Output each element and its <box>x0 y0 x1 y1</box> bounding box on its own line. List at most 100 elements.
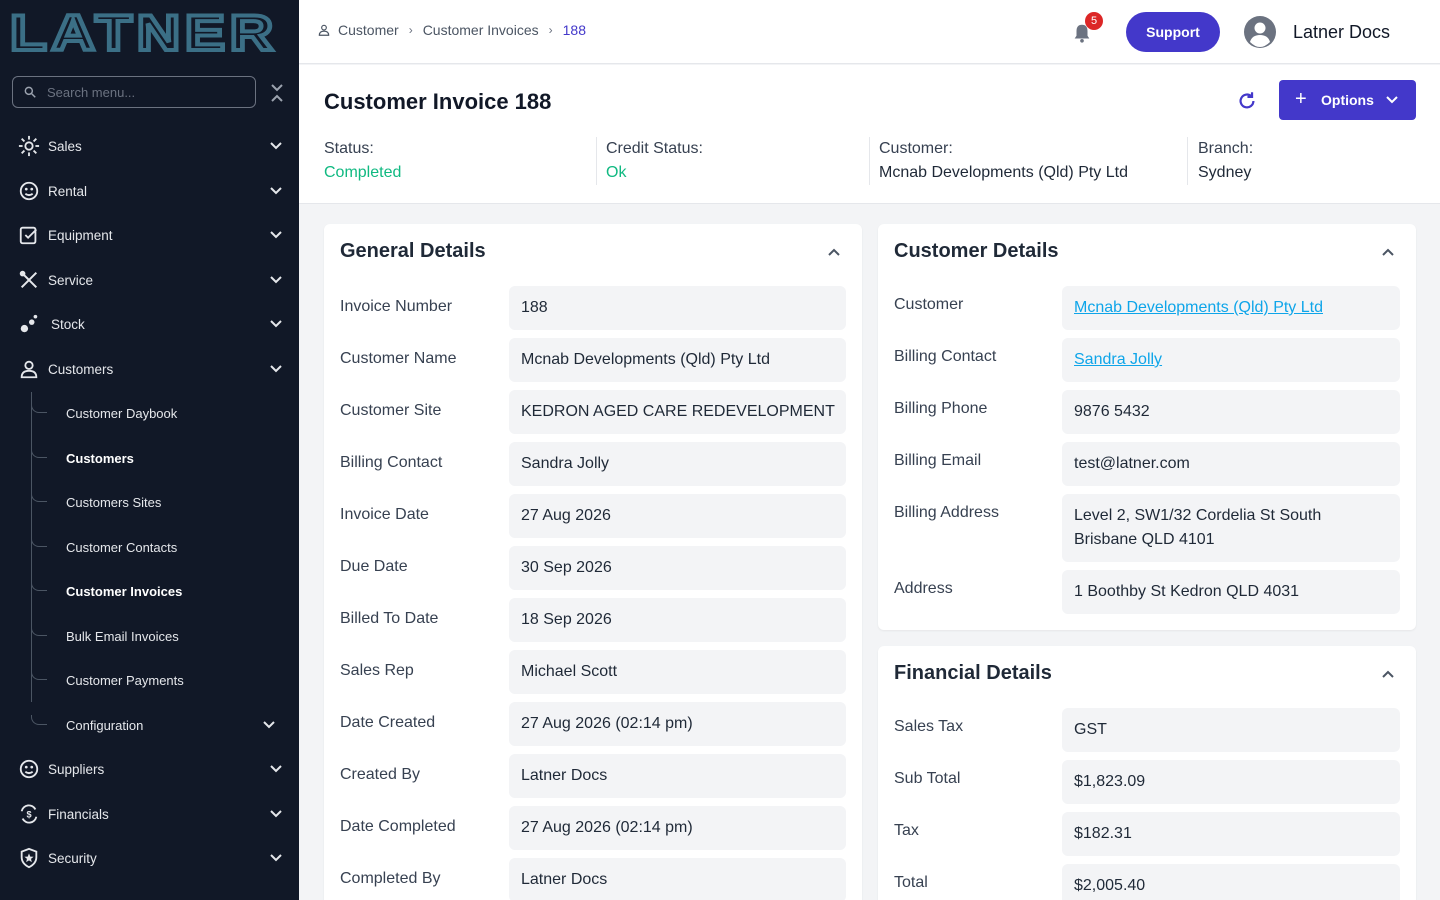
suppliers-icon <box>18 758 40 780</box>
sidebar-item-service[interactable]: Service <box>0 260 299 300</box>
sidebar-subitem-bulk-email-invoices[interactable]: Bulk Email Invoices <box>0 616 299 656</box>
latner-logo[interactable]: LATNER <box>10 10 280 54</box>
sidebar-subitem-customer-contacts[interactable]: Customer Contacts <box>0 527 299 567</box>
chevron-up-icon[interactable] <box>826 244 842 260</box>
field-value: test@latner.com <box>1062 442 1400 486</box>
search-icon <box>24 86 36 98</box>
sidebar-item-sales[interactable]: Sales <box>0 126 299 166</box>
sidebar-subitem-customer-payments[interactable]: Customer Payments <box>0 660 299 700</box>
options-button[interactable]: + Options <box>1279 80 1416 120</box>
field-value: Mcnab Developments (Qld) Pty Ltd <box>509 338 846 382</box>
field-label: Billing Contact <box>894 348 997 365</box>
field-label: Created By <box>340 766 421 783</box>
divider <box>596 137 597 185</box>
field-label: Due Date <box>340 558 408 575</box>
billing-contact-link[interactable]: Sandra Jolly <box>1062 338 1400 382</box>
status-value: Completed <box>324 164 402 181</box>
address-line-1: Level 2, SW1/32 Cordelia St South <box>1074 507 1322 524</box>
chevron-down-icon <box>270 231 282 239</box>
sidebar-subitem-customers-sites[interactable]: Customers Sites <box>0 482 299 522</box>
field-label: Invoice Number <box>340 298 453 315</box>
chevron-right-icon: › <box>548 23 553 37</box>
customer-details-card: Customer Details Customer Mcnab Developme… <box>878 224 1416 630</box>
branch-value: Sydney <box>1198 164 1252 181</box>
notification-badge: 5 <box>1085 12 1103 30</box>
chevron-up-icon[interactable] <box>1380 244 1396 260</box>
equipment-icon <box>18 224 40 246</box>
plus-icon: + <box>1295 88 1307 110</box>
support-button[interactable]: Support <box>1126 12 1220 52</box>
sidebar-subitem-label: Configuration <box>66 717 144 733</box>
sidebar-item-customers[interactable]: Customers <box>0 349 299 389</box>
breadcrumb-customer[interactable]: Customer <box>338 22 399 38</box>
chevron-down-icon <box>263 721 275 729</box>
breadcrumb-current: 188 <box>562 22 586 38</box>
field-label: Invoice Date <box>340 506 429 523</box>
sidebar-subitem-customer-invoices[interactable]: Customer Invoices <box>0 571 299 611</box>
card-title: Customer Details <box>894 240 1059 262</box>
service-icon <box>18 269 40 291</box>
credit-status-label: Credit Status: <box>606 140 703 157</box>
user-name[interactable]: Latner Docs <box>1293 22 1390 43</box>
page-title-text: Customer Invoice <box>324 89 509 114</box>
divider <box>869 137 870 185</box>
search-input[interactable] <box>47 84 237 100</box>
field-value: 30 Sep 2026 <box>509 546 846 590</box>
field-label: Sales Tax <box>894 718 964 735</box>
collapse-all-icon[interactable] <box>268 82 286 104</box>
chevron-down-icon <box>270 854 282 862</box>
sidebar-item-label: Equipment <box>48 227 113 243</box>
sidebar-item-security[interactable]: Security <box>0 838 299 878</box>
general-details-card: General Details Invoice Number 188 Custom… <box>324 224 862 900</box>
sidebar-item-label: Service <box>48 272 94 288</box>
credit-status-value: Ok <box>606 164 627 181</box>
menu-search[interactable] <box>12 76 256 108</box>
sidebar-subitem-configuration[interactable]: Configuration <box>0 705 299 745</box>
field-value: $2,005.40 <box>1062 864 1400 900</box>
sidebar-item-rental[interactable]: Rental <box>0 171 299 211</box>
sidebar-item-financials[interactable]: $ Financials <box>0 794 299 834</box>
sidebar-subitem-label: Bulk Email Invoices <box>66 628 179 644</box>
financials-icon: $ <box>18 803 40 825</box>
breadcrumb: Customer › Customer Invoices › 188 <box>317 22 586 38</box>
field-value: 27 Aug 2026 (02:14 pm) <box>509 806 846 850</box>
customer-link[interactable]: Mcnab Developments (Qld) Pty Ltd <box>1062 286 1400 330</box>
field-label: Customer <box>894 296 964 313</box>
field-label: Total <box>894 874 928 891</box>
field-label: Date Created <box>340 714 436 731</box>
status-label: Status: <box>324 140 374 157</box>
chevron-up-icon[interactable] <box>1380 666 1396 682</box>
field-value: 18 Sep 2026 <box>509 598 846 642</box>
field-label: Sales Rep <box>340 662 414 679</box>
field-value: 9876 5432 <box>1062 390 1400 434</box>
branch-label: Branch: <box>1198 140 1254 157</box>
customers-icon <box>18 358 40 380</box>
field-value: 27 Aug 2026 (02:14 pm) <box>509 702 846 746</box>
field-value: Sandra Jolly <box>509 442 846 486</box>
customer-label: Customer: <box>879 140 953 157</box>
breadcrumb-customer-invoices[interactable]: Customer Invoices <box>423 22 539 38</box>
customer-field: Customer: Mcnab Developments (Qld) Pty L… <box>879 140 1128 182</box>
field-label: Tax <box>894 822 919 839</box>
sidebar-item-label: Suppliers <box>48 761 105 777</box>
financial-details-card: Financial Details Sales Tax GST Sub Total… <box>878 646 1416 900</box>
field-value: 188 <box>509 286 846 330</box>
avatar[interactable] <box>1244 16 1276 48</box>
sidebar-item-suppliers[interactable]: Suppliers <box>0 749 299 789</box>
sidebar-subitem-customer-daybook[interactable]: Customer Daybook <box>0 393 299 433</box>
top-bar: Customer › Customer Invoices › 188 5 Sup… <box>299 0 1440 64</box>
field-label: Billing Email <box>894 452 982 469</box>
field-label: Address <box>894 580 953 597</box>
sidebar-item-label: Stock <box>51 316 85 332</box>
field-value: 27 Aug 2026 <box>509 494 846 538</box>
divider <box>1187 137 1188 185</box>
sidebar-subitem-customers[interactable]: Customers <box>0 438 299 478</box>
refresh-icon[interactable] <box>1236 90 1258 112</box>
stock-icon <box>18 313 40 335</box>
sidebar-item-equipment[interactable]: Equipment <box>0 215 299 255</box>
svg-text:LATNER: LATNER <box>10 10 278 54</box>
sidebar-subitem-label: Customers <box>66 450 134 466</box>
chevron-down-icon <box>270 142 282 150</box>
field-label: Customer Name <box>340 350 457 367</box>
sidebar-item-stock[interactable]: Stock <box>0 304 299 344</box>
